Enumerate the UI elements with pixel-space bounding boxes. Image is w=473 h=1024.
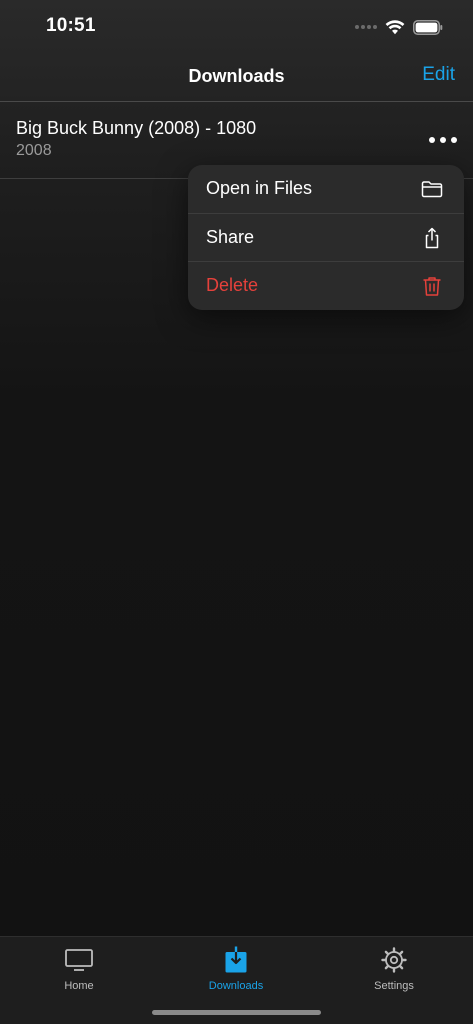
menu-item-share[interactable]: Share: [188, 213, 464, 261]
folder-icon: [420, 177, 444, 201]
tab-label: Home: [64, 980, 94, 992]
edit-button[interactable]: Edit: [422, 64, 455, 86]
ellipsis-dot-icon: [440, 137, 446, 143]
menu-item-label: Delete: [206, 275, 259, 295]
share-icon: [420, 226, 444, 250]
tab-label: Settings: [374, 980, 414, 992]
gear-icon: [379, 945, 409, 975]
more-options-button[interactable]: [429, 130, 457, 150]
status-icons: [355, 17, 443, 37]
menu-item-open-in-files[interactable]: Open in Files: [188, 165, 464, 213]
tab-settings[interactable]: Settings: [334, 945, 454, 1001]
trash-icon: [420, 274, 444, 298]
ellipsis-dot-icon: [429, 137, 435, 143]
tab-home[interactable]: Home: [19, 945, 139, 1001]
download-title: Big Buck Bunny (2008) - 1080: [16, 118, 257, 138]
home-indicator[interactable]: [152, 1010, 321, 1015]
ellipsis-dot-icon: [451, 137, 457, 143]
signal-dots-icon: [355, 25, 377, 29]
wifi-icon: [385, 19, 405, 35]
navigation-bar: Downloads Edit: [0, 54, 473, 101]
download-year: 2008: [16, 142, 52, 159]
downloads-screen: 10:51 Downloads Edit Big Buck Bunny (200…: [0, 0, 473, 1024]
tv-icon: [64, 945, 94, 975]
menu-item-delete[interactable]: Delete: [188, 261, 464, 309]
download-icon: [221, 945, 251, 975]
page-title: Downloads: [188, 66, 285, 86]
context-menu: Open in Files Share Delete: [188, 165, 464, 310]
battery-icon: [413, 19, 443, 35]
menu-item-label: Share: [206, 227, 255, 247]
status-time: 10:51: [46, 15, 96, 36]
tab-downloads[interactable]: Downloads: [176, 945, 296, 1001]
menu-item-label: Open in Files: [206, 178, 313, 198]
tab-label: Downloads: [208, 980, 264, 992]
status-bar: 10:51: [0, 0, 473, 54]
